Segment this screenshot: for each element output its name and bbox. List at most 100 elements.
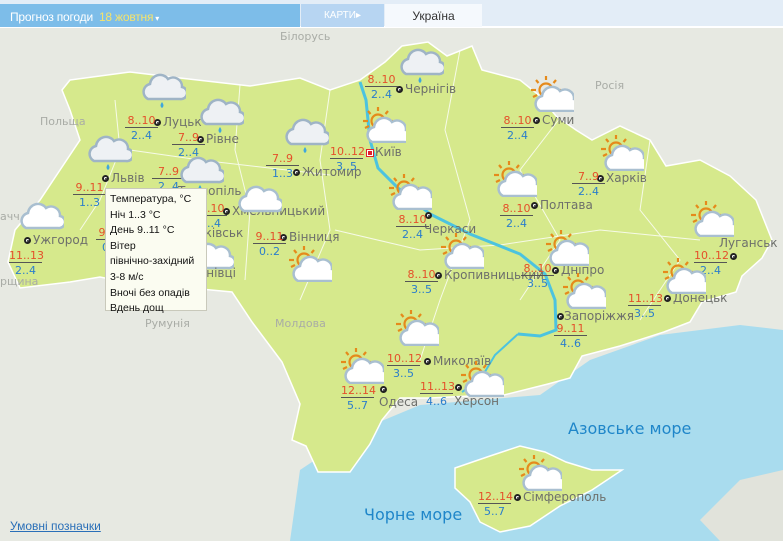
night-temperature: 5..7	[347, 399, 368, 412]
day-temperature: 8..10	[500, 202, 533, 216]
city-name[interactable]: Харків	[606, 171, 647, 185]
city-name[interactable]: Луганськ	[719, 236, 778, 250]
country-label-russia: Росія	[595, 79, 625, 92]
sun-cloud-icon	[561, 273, 606, 309]
night-temperature: 1..3	[272, 167, 293, 180]
day-temperature: 8..10	[125, 114, 158, 128]
tooltip-line: північно-західний	[110, 255, 195, 268]
night-temperature: 2..4	[402, 228, 423, 241]
tab-maps-label: КАРТИ	[323, 10, 356, 21]
temperature-block: 11..13 3..5	[628, 292, 663, 321]
country-label-belarus: Білорусь	[280, 30, 331, 43]
tooltip-line: Температура, °C	[110, 193, 192, 205]
sun-cloud-icon	[387, 174, 432, 210]
city-name[interactable]: Суми	[542, 113, 574, 127]
tab-ukraine[interactable]: Україна	[385, 4, 482, 27]
sun-cloud-icon	[361, 107, 406, 143]
city-marker-icon[interactable]	[730, 253, 737, 260]
tooltip-line: День 9..11 °C	[110, 224, 175, 237]
day-temperature: 8..10	[365, 73, 398, 87]
sun-cloud-icon	[394, 310, 439, 346]
city-marker-icon[interactable]	[557, 313, 564, 320]
temperature-block: 12..14 5..7	[478, 490, 513, 519]
sea-label-azov: Азовське море	[568, 419, 692, 438]
day-temperature: 9..11	[554, 322, 587, 336]
temperature-block: 8..10 2..4	[365, 73, 398, 102]
cloud-rain-icon	[142, 73, 186, 108]
forecast-date[interactable]: 18 жовтня	[99, 10, 154, 24]
temperature-block: 11..13 2..4	[9, 249, 44, 278]
cloud-icon	[20, 202, 64, 230]
tab-maps[interactable]: КАРТИ▸	[301, 4, 384, 27]
city-name[interactable]: Вінниця	[289, 230, 339, 244]
city-marker-icon[interactable]	[424, 358, 431, 365]
temperature-block: 10..12 3..5	[387, 352, 422, 381]
temperature-block: 9..11 4..6	[554, 322, 587, 351]
country-label-moldova: Молдова	[275, 317, 326, 330]
night-temperature: 3..5	[411, 283, 432, 296]
night-temperature: 2..4	[578, 185, 599, 198]
day-temperature: 9..11	[73, 181, 106, 195]
sun-cloud-icon	[339, 348, 384, 384]
tooltip-line: Ніч 1..3 °C	[110, 208, 161, 221]
city-marker-icon[interactable]	[380, 386, 387, 393]
cloud-rain-icon	[400, 48, 444, 83]
city-name[interactable]: Одеса	[379, 395, 418, 409]
city-marker-icon[interactable]	[533, 117, 540, 124]
day-temperature: 8..10	[501, 114, 534, 128]
capital-marker-icon[interactable]	[366, 149, 374, 157]
legend-link[interactable]: Умовні позначки	[10, 519, 101, 533]
tooltip-line: 3-8 м/с	[110, 270, 144, 283]
temperature-block: 11..13 4..6	[420, 380, 455, 409]
day-temperature: 9..11	[253, 230, 286, 244]
temperature-block: 8..10 2..4	[501, 114, 534, 143]
city-tooltip: Температура, °C Ніч 1..3 °C День 9..11 °C В…	[105, 188, 207, 314]
arrow-right-icon: ▸	[355, 10, 362, 21]
country-label-slovakia: ачч	[0, 210, 20, 223]
cloud-rain-icon	[88, 135, 132, 170]
city-name[interactable]: Рівне	[206, 132, 239, 146]
temperature-block: 10..12 3..5	[330, 145, 365, 174]
temperature-block: 9..110..2	[253, 230, 286, 259]
city-marker-icon[interactable]	[514, 494, 521, 501]
city-name[interactable]: Запоріжжя	[564, 309, 634, 323]
day-temperature: 8..10	[396, 213, 429, 227]
city-marker-icon[interactable]	[664, 295, 671, 302]
cloud-rain-icon	[200, 98, 244, 133]
temperature-block: 8..10 2..4	[500, 202, 533, 231]
night-temperature: 2..4	[506, 217, 527, 230]
night-temperature: 1..3	[79, 196, 100, 209]
day-temperature: 11..13	[9, 249, 44, 263]
city-name[interactable]: Чернігів	[405, 82, 456, 96]
day-temperature: 12..14	[478, 490, 513, 504]
sun-cloud-icon	[529, 76, 574, 112]
city-marker-icon[interactable]	[24, 237, 31, 244]
city-name[interactable]: Сімферополь	[523, 490, 606, 504]
temperature-block: 12..14 5..7	[341, 384, 376, 413]
sun-cloud-icon	[492, 161, 537, 197]
city-name[interactable]: Львів	[111, 171, 145, 185]
city-name[interactable]: Ужгород	[33, 233, 88, 247]
sun-cloud-icon	[459, 361, 504, 397]
temperature-block: 7..9 2..4	[572, 170, 605, 199]
day-temperature: 10..12	[387, 352, 422, 366]
city-name[interactable]: Полтава	[540, 198, 593, 212]
tooltip-line: Вночі без опадів	[110, 286, 190, 299]
forecast-date-selector[interactable]: Прогноз погоди 18 жовтня ▾	[0, 4, 300, 27]
tooltip-line: Вітер	[110, 239, 136, 252]
city-name[interactable]: Луцьк	[163, 115, 202, 129]
chevron-down-icon[interactable]: ▾	[155, 14, 159, 23]
cloud-rain-icon	[285, 118, 329, 153]
temperature-block: 9..111..3	[73, 181, 106, 210]
night-temperature: 3..5	[634, 307, 655, 320]
night-temperature: 5..7	[484, 505, 505, 518]
city-name[interactable]: Київ	[375, 145, 402, 159]
night-temperature: 4..6	[426, 395, 447, 408]
sun-cloud-icon	[439, 233, 484, 269]
temperature-block: 8..10 3..5	[405, 268, 438, 297]
day-temperature: 7..9	[572, 170, 605, 184]
country-label-poland: Польща	[40, 115, 86, 128]
temperature-block: 8..10 3..5	[521, 262, 554, 291]
night-temperature: 3..5	[336, 160, 357, 173]
night-temperature: 4..6	[560, 337, 581, 350]
